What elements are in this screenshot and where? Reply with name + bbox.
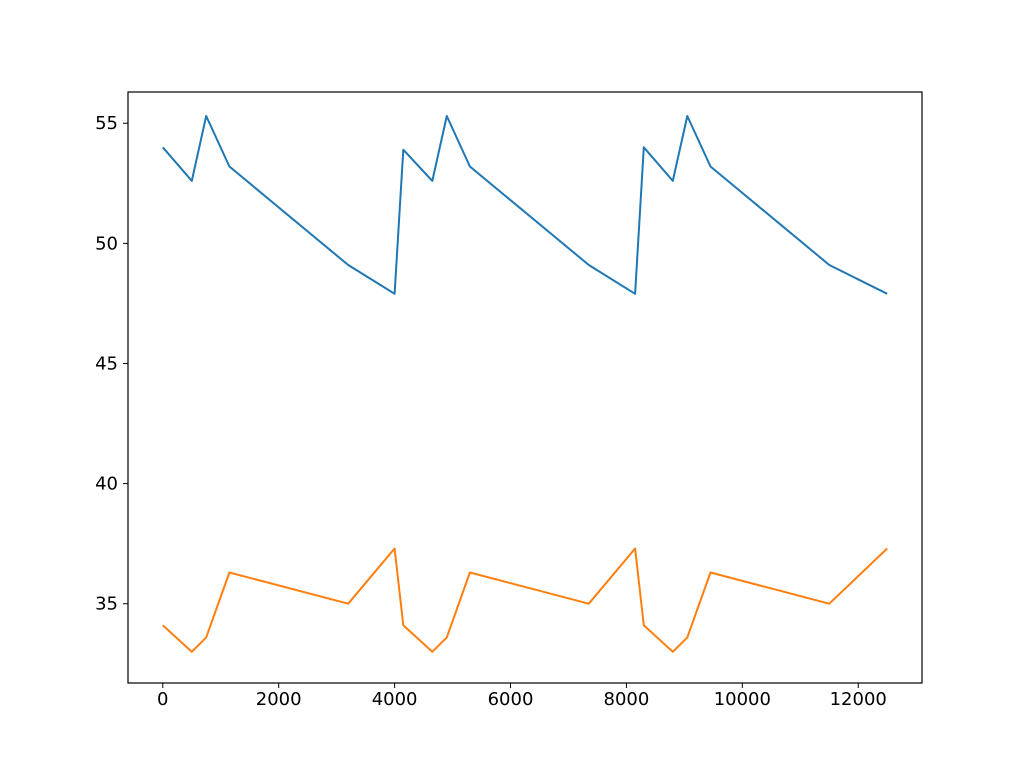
x-tick-label: 4000 <box>372 689 418 710</box>
y-tick-label: 45 <box>95 353 118 374</box>
x-tick: 6000 <box>488 683 534 710</box>
x-tick: 10000 <box>714 683 771 710</box>
x-tick-label: 6000 <box>488 689 534 710</box>
y-tick-label: 50 <box>95 233 118 254</box>
y-tick: 55 <box>95 113 128 134</box>
x-tick-label: 10000 <box>714 689 771 710</box>
y-tick: 45 <box>95 353 128 374</box>
x-tick: 4000 <box>372 683 418 710</box>
y-tick: 50 <box>95 233 128 254</box>
y-tick: 35 <box>95 594 128 615</box>
line-series-group <box>163 116 887 652</box>
y-tick: 40 <box>95 474 128 495</box>
x-tick: 8000 <box>604 683 650 710</box>
x-axis-ticks: 0 2000 4000 6000 8000 10000 12000 <box>157 683 887 710</box>
x-tick-label: 8000 <box>604 689 650 710</box>
x-tick-label: 0 <box>157 689 168 710</box>
y-axis-ticks: 35 40 45 50 55 <box>95 113 128 614</box>
y-tick-label: 55 <box>95 113 118 134</box>
x-tick: 12000 <box>830 683 887 710</box>
y-tick-label: 40 <box>95 474 118 495</box>
chart-axes: 020004000600080001000012000 3540455055 <box>128 92 922 683</box>
line-series-1 <box>163 549 887 652</box>
x-tick-label: 2000 <box>256 689 302 710</box>
y-tick-label: 35 <box>95 594 118 615</box>
line-series-0 <box>163 116 887 294</box>
x-tick: 0 <box>157 683 168 710</box>
x-tick: 2000 <box>256 683 302 710</box>
figure: 0 2000 4000 6000 8000 10000 12000 35 40 45 50 55 <box>0 0 1024 768</box>
x-tick-label: 12000 <box>830 689 887 710</box>
